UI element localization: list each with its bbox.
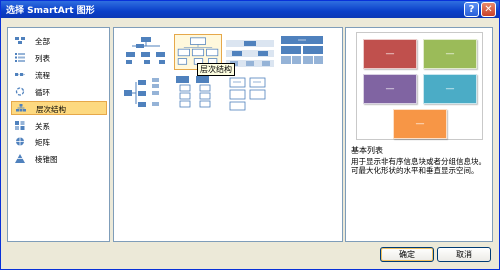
category-item-list[interactable]: 列表 — [11, 51, 107, 65]
category-item-process[interactable]: 流程 — [11, 68, 107, 82]
layout-tooltip: 层次结构 — [197, 63, 235, 76]
category-label: 列表 — [35, 54, 50, 63]
category-item-hierarchy[interactable]: 层次结构 — [11, 101, 107, 115]
relationship-icon — [15, 121, 25, 130]
preview-shape-5: — — [393, 109, 447, 139]
category-item-relationship[interactable]: 关系 — [11, 119, 107, 133]
category-label: 循环 — [35, 88, 50, 97]
category-item-matrix[interactable]: 矩阵 — [11, 135, 107, 149]
close-button[interactable]: ✕ — [481, 2, 496, 17]
category-label: 流程 — [35, 71, 50, 80]
process-icon — [15, 73, 25, 76]
preview-panel: — — — — — 基本列表 用于显示非有序信息块或者分组信息块。可最大化形状的… — [345, 27, 493, 242]
help-button[interactable]: ? — [464, 2, 479, 17]
pyramid-icon — [15, 154, 25, 163]
category-label: 矩阵 — [35, 138, 50, 147]
preview-shape-4: — — [423, 74, 477, 104]
all-icon — [15, 37, 25, 44]
list-icon — [15, 53, 25, 62]
category-item-all[interactable]: 全部 — [11, 34, 107, 48]
category-label: 棱锥图 — [35, 155, 58, 164]
preview-shape-2: — — [423, 39, 477, 69]
layout-gallery — [113, 27, 343, 242]
hierarchy-icon — [16, 104, 26, 112]
layout-thumbnail-table-hierarchy[interactable] — [278, 34, 326, 70]
layout-thumbnail-org-chart[interactable] — [122, 34, 170, 70]
smartart-dialog: 选择 SmartArt 图形 ? ✕ 全部 列表 流程 循环 层次结构 关系 矩… — [0, 0, 500, 270]
layout-thumbnail-bordered-list[interactable] — [226, 76, 274, 112]
category-item-cycle[interactable]: 循环 — [11, 85, 107, 99]
category-label: 全部 — [35, 37, 50, 46]
cycle-icon — [15, 87, 25, 96]
matrix-icon — [16, 137, 24, 146]
category-list: 全部 列表 流程 循环 层次结构 关系 矩阵 棱锥图 — [7, 27, 110, 242]
preview-description: 用于显示非有序信息块或者分组信息块。可最大化形状的水平和垂直显示空间。 — [351, 157, 486, 175]
layout-thumbnail-horizontal-hierarchy[interactable] — [122, 76, 170, 112]
window-title: 选择 SmartArt 图形 — [6, 6, 95, 16]
title-bar: 选择 SmartArt 图形 ? ✕ — [1, 1, 499, 18]
category-label: 层次结构 — [36, 105, 66, 114]
ok-button[interactable]: 确定 — [380, 247, 434, 262]
category-label: 关系 — [35, 122, 50, 131]
layout-thumbnail-hierarchy-list[interactable] — [174, 76, 222, 112]
preview-title: 基本列表 — [351, 146, 383, 155]
cancel-button[interactable]: 取消 — [437, 247, 491, 262]
preview-shape-1: — — [363, 39, 417, 69]
category-item-pyramid[interactable]: 棱锥图 — [11, 152, 107, 166]
preview-shape-3: — — [363, 74, 417, 104]
preview-image: — — — — — — [356, 32, 483, 140]
